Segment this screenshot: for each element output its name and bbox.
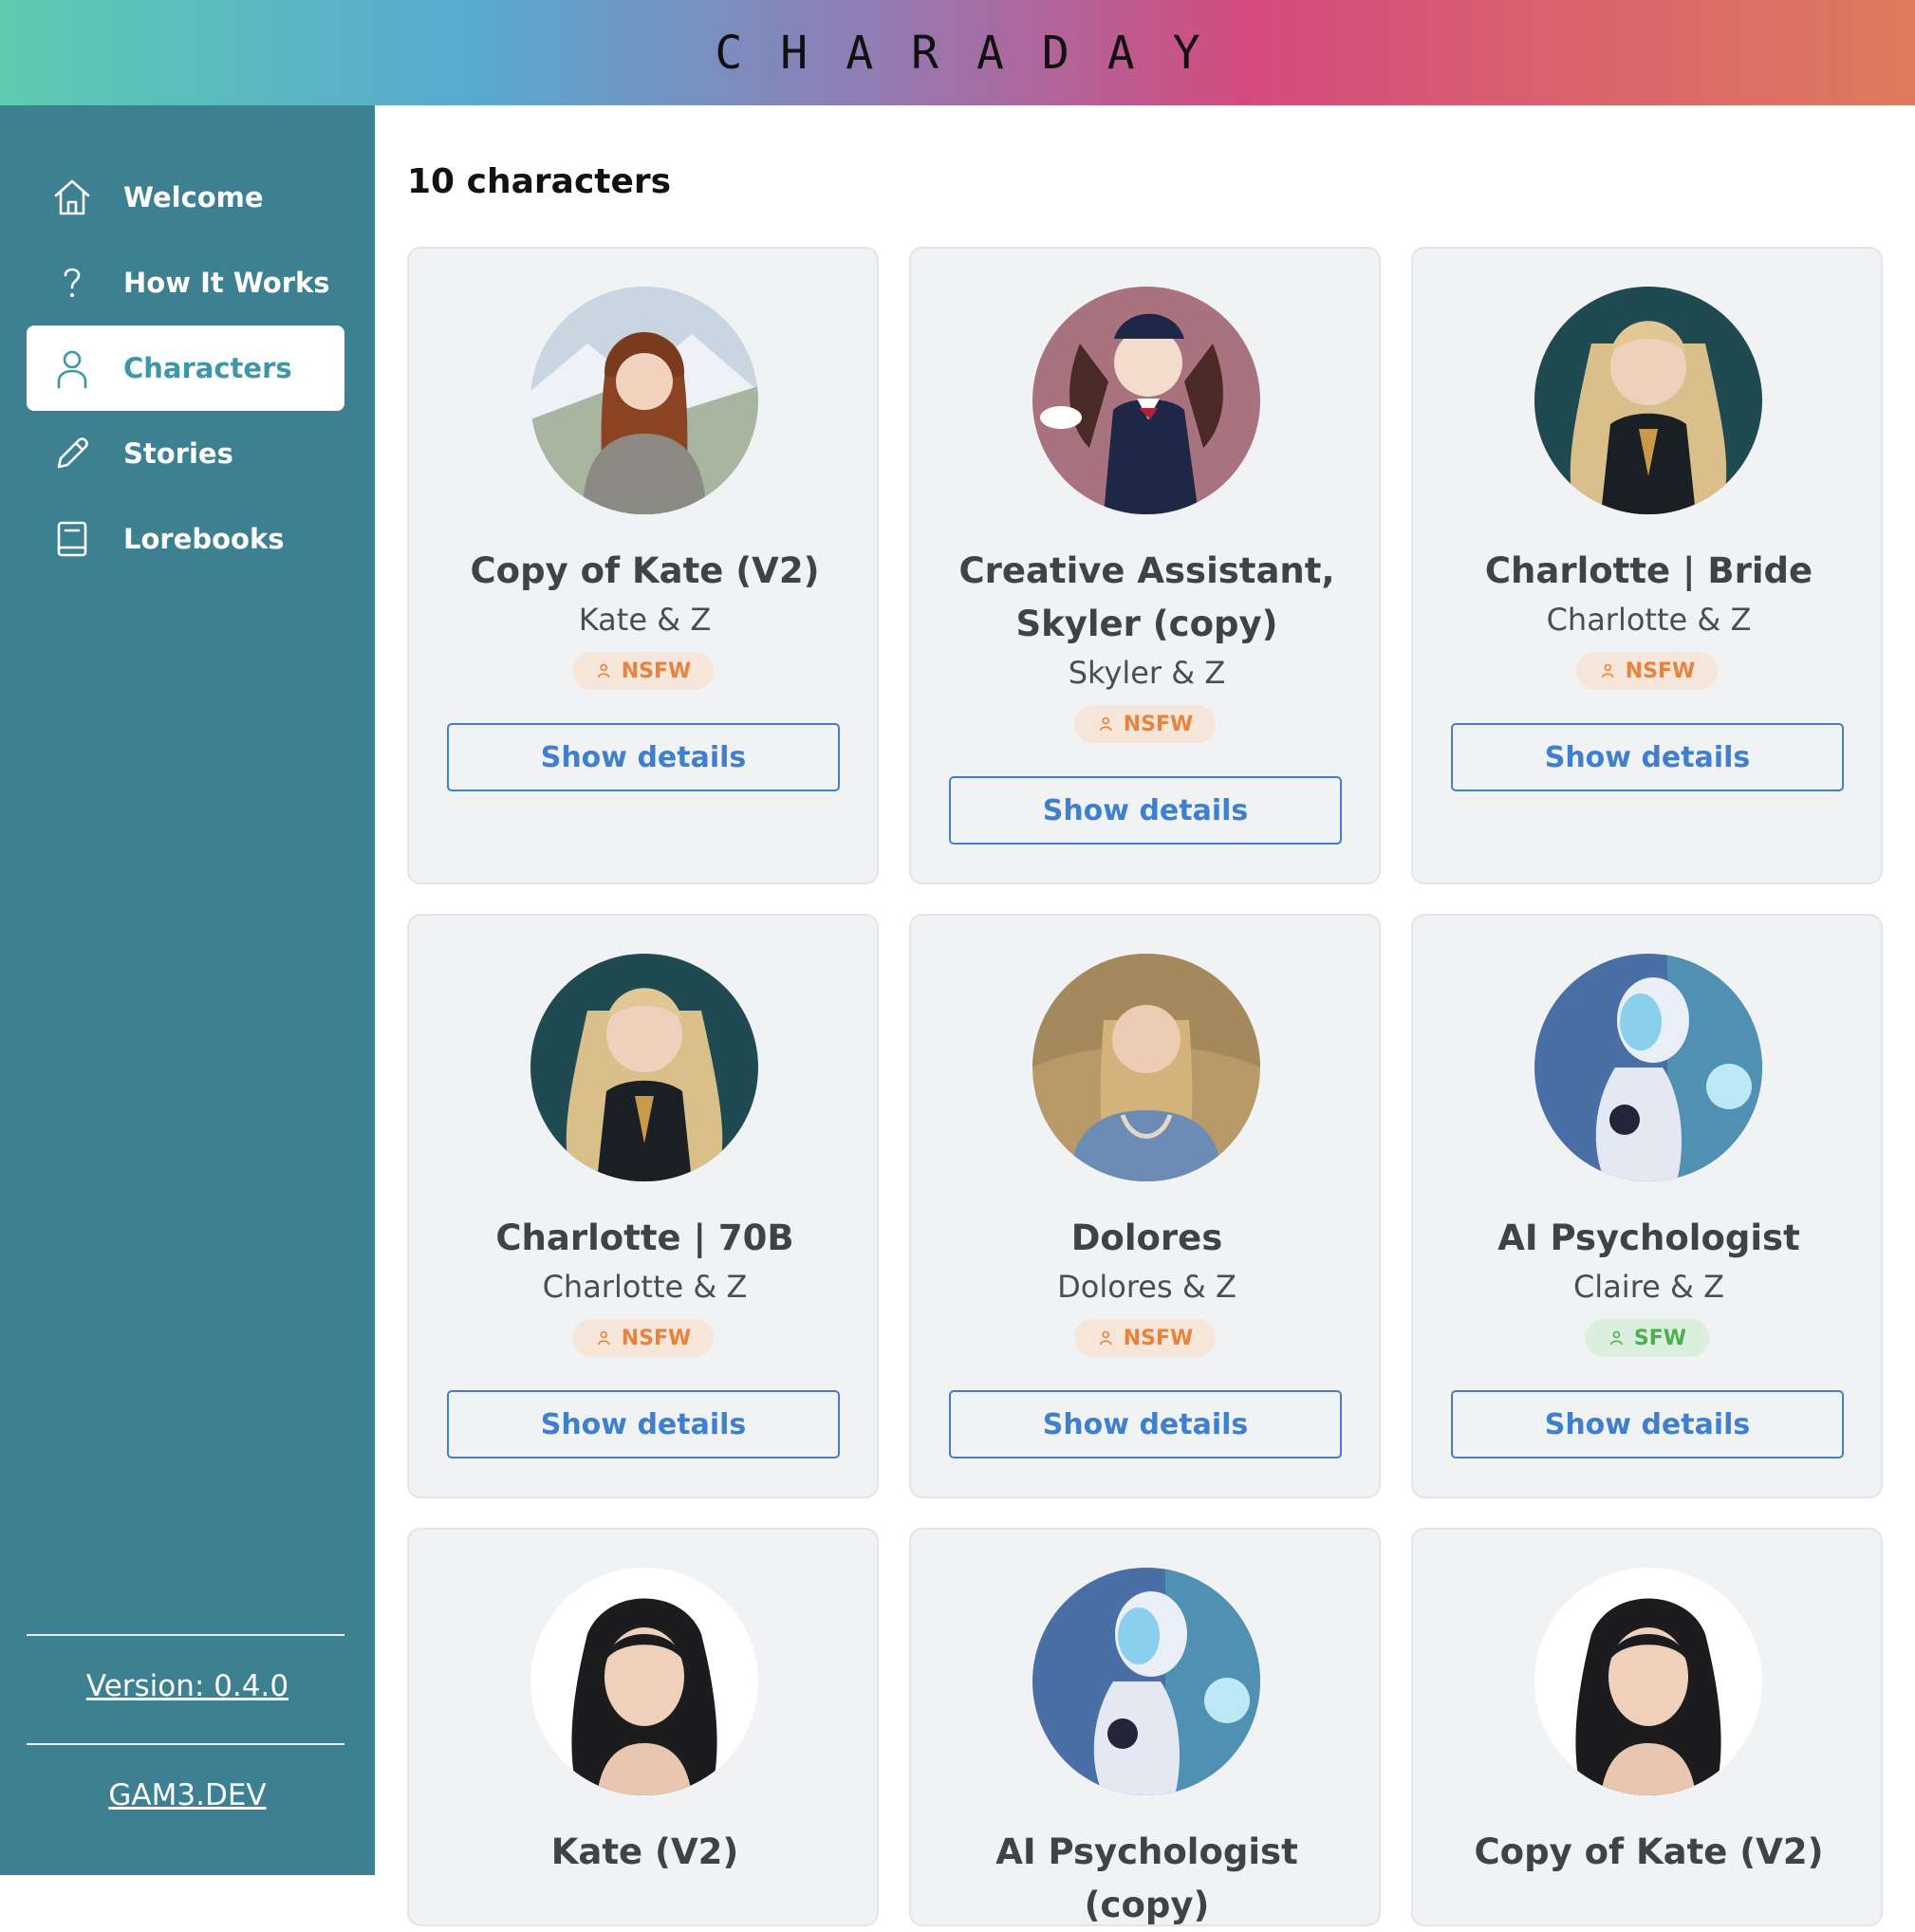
sidebar-item-characters[interactable]: Characters	[27, 325, 344, 411]
character-name: AI Psychologist	[1497, 1217, 1800, 1258]
page-title: 10 characters	[407, 162, 672, 201]
character-avatar[interactable]	[530, 287, 758, 514]
user-icon	[597, 1330, 610, 1346]
sidebar: Welcome How It Works Characters Stories …	[0, 105, 375, 1875]
character-name: Charlotte | 70B	[495, 1217, 794, 1258]
top-banner: CHARADAY	[0, 0, 1915, 105]
sidebar-divider	[27, 1634, 344, 1636]
character-avatar[interactable]	[1032, 287, 1260, 514]
sidebar-item-label: Characters	[123, 352, 292, 384]
site-link[interactable]: GAM3.DEV	[0, 1778, 375, 1812]
user-icon	[1601, 663, 1614, 678]
character-card: AI Psychologist Claire & Z SFW Show deta…	[1411, 914, 1883, 1498]
rating-badge: NSFW	[571, 652, 715, 690]
character-name: Dolores	[1070, 1217, 1223, 1258]
show-details-button[interactable]: Show details	[949, 1390, 1342, 1458]
rating-label: NSFW	[1123, 712, 1194, 736]
character-avatar[interactable]	[1534, 287, 1762, 514]
character-avatar[interactable]	[530, 954, 758, 1181]
rating-label: SFW	[1633, 1326, 1687, 1350]
character-card: Copy of Kate (V2)	[1411, 1528, 1883, 1926]
character-author: Skyler & Z	[1068, 655, 1226, 691]
rating-badge: NSFW	[1073, 1319, 1217, 1357]
character-name: Kate (V2)	[550, 1831, 739, 1872]
sidebar-item-welcome[interactable]: Welcome	[27, 155, 344, 240]
character-card: Copy of Kate (V2) Kate & Z NSFW Show det…	[407, 247, 879, 884]
character-avatar[interactable]	[530, 1568, 758, 1795]
character-author: Kate & Z	[578, 602, 712, 638]
sidebar-item-label: Welcome	[123, 181, 264, 214]
character-author: Charlotte & Z	[1546, 602, 1752, 638]
character-card: Charlotte | 70B Charlotte & Z NSFW Show …	[407, 914, 879, 1498]
character-author: Claire & Z	[1572, 1269, 1725, 1305]
character-name: Creative Assistant, Skyler (copy)	[958, 550, 1335, 644]
character-author: Dolores & Z	[1057, 1269, 1236, 1305]
sidebar-item-label: Stories	[123, 437, 233, 470]
character-avatar[interactable]	[1032, 1568, 1260, 1795]
user-icon	[597, 663, 610, 678]
show-details-button[interactable]: Show details	[1451, 1390, 1844, 1458]
sidebar-item-label: Lorebooks	[123, 523, 285, 555]
character-avatar[interactable]	[1032, 954, 1260, 1181]
character-card: Charlotte | Bride Charlotte & Z NSFW Sho…	[1411, 247, 1883, 884]
character-name: Copy of Kate (V2)	[1474, 1831, 1824, 1872]
character-card: Kate (V2)	[407, 1528, 879, 1926]
character-name: Charlotte | Bride	[1484, 550, 1813, 591]
rating-badge: SFW	[1584, 1319, 1710, 1357]
character-name: AI Psychologist (copy)	[995, 1831, 1298, 1925]
question-icon	[51, 262, 93, 304]
rating-label: NSFW	[1625, 659, 1696, 683]
rating-label: NSFW	[621, 659, 692, 683]
sidebar-item-label: How It Works	[123, 267, 330, 299]
pencil-icon	[51, 433, 93, 474]
show-details-button[interactable]: Show details	[949, 776, 1342, 845]
sidebar-item-lorebooks[interactable]: Lorebooks	[27, 496, 344, 582]
book-icon	[51, 518, 93, 560]
rating-label: NSFW	[1123, 1326, 1194, 1350]
user-icon	[1609, 1330, 1623, 1346]
rating-badge: NSFW	[1575, 652, 1719, 690]
app-logo[interactable]: CHARADAY	[677, 27, 1237, 80]
character-card: Dolores Dolores & Z NSFW Show details	[909, 914, 1381, 1498]
rating-badge: NSFW	[571, 1319, 715, 1357]
user-icon	[51, 347, 93, 389]
character-avatar[interactable]	[1534, 954, 1762, 1181]
main-content: 10 characters Copy of Kate (V2) Kate & Z…	[375, 105, 1915, 1926]
character-avatar[interactable]	[1534, 1568, 1762, 1795]
character-author: Charlotte & Z	[542, 1269, 748, 1305]
home-icon	[51, 176, 93, 218]
character-name: Copy of Kate (V2)	[470, 550, 820, 591]
show-details-button[interactable]: Show details	[447, 723, 840, 791]
sidebar-item-stories[interactable]: Stories	[27, 411, 344, 496]
rating-badge: NSFW	[1073, 705, 1217, 743]
show-details-button[interactable]: Show details	[447, 1390, 840, 1458]
rating-label: NSFW	[621, 1326, 692, 1350]
sidebar-divider	[27, 1743, 344, 1745]
user-icon	[1099, 1330, 1112, 1346]
show-details-button[interactable]: Show details	[1451, 723, 1844, 791]
sidebar-item-how-it-works[interactable]: How It Works	[27, 240, 344, 325]
character-card: AI Psychologist (copy)	[909, 1528, 1381, 1926]
character-card: Creative Assistant, Skyler (copy) Skyler…	[909, 247, 1381, 884]
version-link[interactable]: Version: 0.4.0	[0, 1669, 375, 1703]
user-icon	[1099, 716, 1112, 732]
